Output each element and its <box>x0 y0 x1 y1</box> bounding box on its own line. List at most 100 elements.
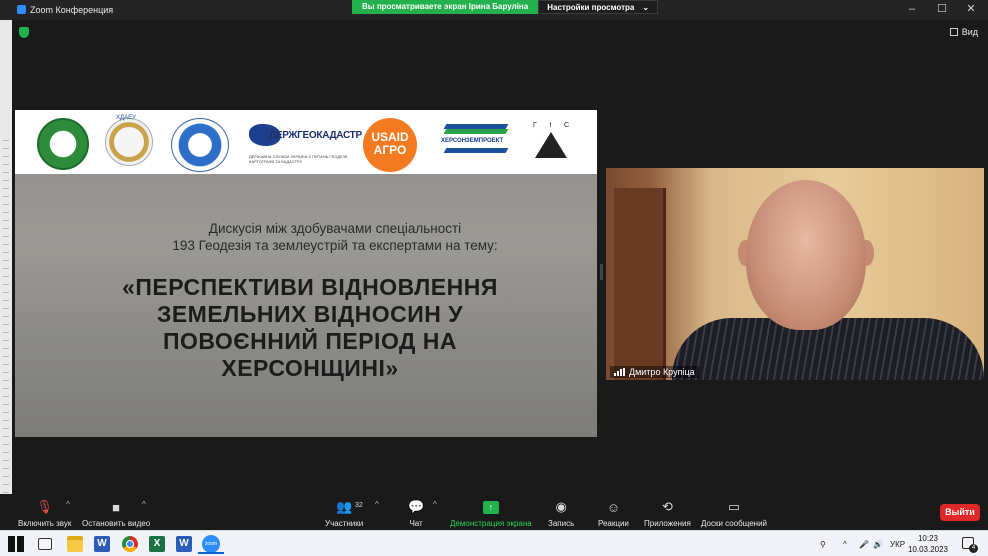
stop-video-button[interactable]: ■ Остановить видео <box>82 498 151 529</box>
share-banner-text: Вы просматриваете экран Ірина Барулiна <box>352 0 539 14</box>
khersonzemproekt-name: ХЕРСОНЗЕМПРОЕКТ <box>441 138 504 144</box>
grid-view-icon <box>949 28 958 36</box>
unmute-label: Включить звук <box>18 519 72 528</box>
window-title: Zoom Конференция <box>30 5 114 15</box>
people-icon[interactable]: ⚲ <box>820 531 826 556</box>
university-emblem-logo <box>37 118 89 170</box>
slide-intro-text: Дискусія між здобувачами спеціальності 1… <box>75 220 595 254</box>
audio-options-caret[interactable]: ^ <box>66 500 70 509</box>
volume-icon[interactable]: 🔊 <box>873 531 883 556</box>
whiteboard-icon: ▭ <box>727 499 741 514</box>
kdaeu-caption: ХДАЕУ <box>116 115 136 121</box>
unmute-button[interactable]: 🎙 Включить звук <box>18 498 71 528</box>
microphone-tray-icon[interactable]: 🎤 <box>859 531 869 556</box>
zoom-app-icon <box>17 5 26 14</box>
slide-intro-line2: 193 Геодезія та землеустрій та експертам… <box>172 238 498 253</box>
word-second-icon[interactable]: W <box>176 536 192 552</box>
participant-name-tag: Дмитро Крупіца <box>610 366 699 378</box>
background-door <box>614 188 666 380</box>
whiteboards-label: Доски сообщений <box>701 519 768 528</box>
participants-icon: 👥 <box>336 499 353 514</box>
participants-count: 32 <box>355 502 363 509</box>
whiteboards-button[interactable]: ▭ Доски сообщений <box>701 498 767 528</box>
signal-bars-icon <box>614 368 625 376</box>
apps-button[interactable]: ⟲ Приложения <box>644 498 691 528</box>
participants-options-caret[interactable]: ^ <box>375 500 379 509</box>
show-hidden-icons-caret[interactable]: ^ <box>843 531 847 556</box>
geokadastr-logo: ДЕРЖГЕОКАДАСТР ДЕРЖАВНА СЛУЖБА УКРАЇНИ З… <box>249 118 362 168</box>
minimize-button[interactable]: – <box>904 2 920 16</box>
logo-stripe-green <box>443 129 509 134</box>
desktop-edge-strip <box>0 20 12 530</box>
gis-triangle-icon <box>535 132 567 158</box>
apps-label: Приложения <box>644 519 691 528</box>
participant-shirt <box>672 318 984 380</box>
participant-video-tile[interactable]: Дмитро Крупіца <box>606 168 984 380</box>
chat-bubble-icon: 💬 <box>408 499 425 514</box>
gis-logo: Г І С <box>529 122 573 166</box>
splitter-handle[interactable] <box>600 264 603 280</box>
taskbar-clock[interactable]: 10:23 10.03.2023 <box>906 533 950 555</box>
notification-center-icon[interactable]: 4 <box>962 537 978 553</box>
gis-letters: Г І С <box>529 122 573 129</box>
video-options-caret[interactable]: ^ <box>142 500 146 509</box>
globe-emblem-logo <box>171 118 229 172</box>
zoom-taskbar-icon[interactable]: zoom <box>202 535 220 553</box>
chat-options-caret[interactable]: ^ <box>433 500 437 509</box>
view-options-label: Настройки просмотра <box>547 3 635 12</box>
screen-share-banner: Вы просматриваете экран Ірина Барулiна Н… <box>352 0 659 14</box>
shared-screen-slide: ХДАЕУ ДЕРЖГЕОКАДАСТР ДЕРЖАВНА СЛУЖБА УКР… <box>15 110 597 437</box>
reactions-button[interactable]: ☺ Реакции <box>598 498 629 529</box>
record-icon: ◉ <box>555 499 567 514</box>
view-options-button[interactable]: Настройки просмотра ⌄ <box>538 0 659 14</box>
kdaeu-logo: ХДАЕУ <box>105 115 153 166</box>
geokadastr-subtitle: ДЕРЖАВНА СЛУЖБА УКРАЇНИ З ПИТАНЬ ГЕОДЕЗІ… <box>249 154 349 164</box>
usaid-agro-logo: USAID АГРО <box>363 118 417 172</box>
chrome-icon[interactable] <box>122 536 138 552</box>
stop-video-label: Остановить видео <box>82 519 151 528</box>
file-explorer-icon[interactable] <box>67 536 83 552</box>
language-indicator[interactable]: УКР <box>890 531 905 556</box>
muted-microphone-icon: 🎙 <box>36 499 53 514</box>
record-label: Запись <box>548 519 575 528</box>
excel-icon[interactable]: X <box>149 536 165 552</box>
close-button[interactable]: ✕ <box>963 2 979 16</box>
leave-meeting-button[interactable]: Выйти <box>940 504 980 521</box>
chat-button[interactable]: 💬 Чат <box>408 498 424 528</box>
apps-icon: ⟲ <box>661 499 673 514</box>
windows-taskbar: W X W zoom ⚲ ^ 🎤 🔊 УКР 10:23 10.03.2023 <box>0 530 988 556</box>
encryption-shield-icon[interactable] <box>19 27 29 38</box>
chevron-down-icon: ⌄ <box>642 3 650 12</box>
maximize-button[interactable]: ☐ <box>934 2 950 16</box>
logo-stripe-blue-bottom <box>443 148 509 153</box>
record-button[interactable]: ◉ Запись <box>548 498 574 528</box>
share-screen-button[interactable]: ↑ Демонстрация экрана <box>450 498 532 528</box>
slide-main-title: «ПЕРСПЕКТИВИ ВІДНОВЛЕННЯ ЗЕМЕЛЬНИХ ВІДНО… <box>122 274 498 381</box>
gis-letter-3: С <box>563 122 569 129</box>
word-icon[interactable]: W <box>94 536 110 552</box>
meeting-toolbar: 🎙 Включить звук ^ ■ Остановить видео ^ 👥… <box>0 494 988 530</box>
windows-start-icon[interactable] <box>8 536 24 552</box>
share-screen-icon: ↑ <box>482 498 499 516</box>
video-camera-icon: ■ <box>112 499 121 515</box>
task-view-icon[interactable] <box>38 538 52 550</box>
khersonzemproekt-logo: ХЕРСОНЗЕМПРОЕКТ <box>439 124 511 158</box>
share-screen-label: Демонстрация экрана <box>450 519 532 528</box>
zoom-window: Zoom Конференция – ☐ ✕ Вы просматриваете… <box>0 0 988 556</box>
active-app-indicator <box>198 552 224 554</box>
notification-count: 4 <box>969 544 978 553</box>
smiley-plus-icon: ☺ <box>606 499 621 515</box>
clock-date: 10.03.2023 <box>907 545 949 554</box>
gis-letter-2: І <box>549 122 552 129</box>
slide-intro-line1: Дискусія між здобувачами спеціальності <box>208 221 462 236</box>
participants-label: Участники <box>325 519 364 528</box>
ruler-ticks <box>3 140 9 520</box>
usaid-line2: АГРО <box>373 143 407 157</box>
reactions-label: Реакции <box>598 519 629 528</box>
participant-name: Дмитро Крупіца <box>629 367 695 377</box>
view-button[interactable]: Вид <box>949 27 978 37</box>
view-button-label: Вид <box>961 27 978 37</box>
participant-face <box>746 180 866 330</box>
chat-label: Чат <box>409 519 423 528</box>
logo-band: ХДАЕУ ДЕРЖГЕОКАДАСТР ДЕРЖАВНА СЛУЖБА УКР… <box>15 110 597 174</box>
